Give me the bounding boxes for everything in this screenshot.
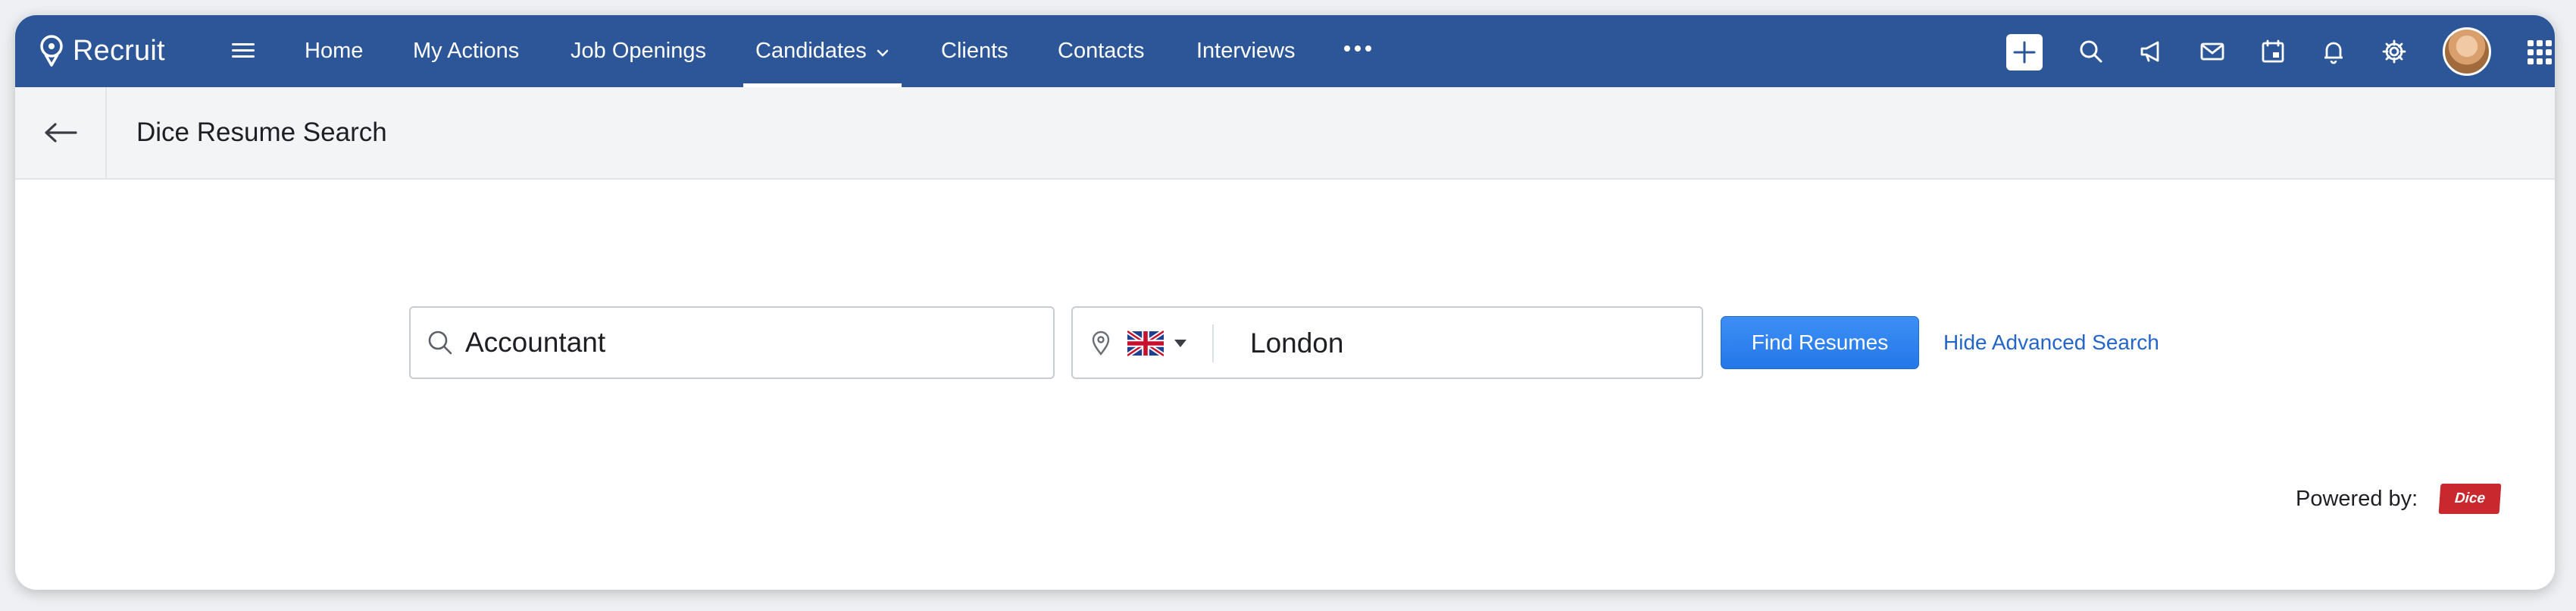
back-button[interactable] (15, 87, 107, 178)
megaphone-icon[interactable] (2137, 36, 2167, 67)
hide-advanced-search-link[interactable]: Hide Advanced Search (1943, 316, 2159, 369)
chevron-down-icon (876, 39, 889, 64)
location-pin-icon (1092, 331, 1110, 356)
recruit-logo-icon (36, 33, 67, 68)
page-title: Dice Resume Search (136, 118, 387, 147)
location-input[interactable] (1250, 326, 1674, 361)
add-icon[interactable] (2006, 34, 2043, 70)
search-icon (428, 331, 452, 355)
keyword-search-box (409, 306, 1055, 379)
uk-flag-icon (1127, 331, 1164, 356)
bell-icon[interactable] (2318, 36, 2349, 67)
brand[interactable]: Recruit (36, 32, 165, 70)
powered-by-label: Powered by: (2296, 486, 2418, 511)
app-window: Recruit Home My Actions Job Openings Can… (15, 15, 2555, 590)
apps-grid-icon[interactable] (2528, 40, 2552, 64)
nav-candidates-label: Candidates (755, 39, 867, 63)
gear-icon[interactable] (2379, 36, 2409, 67)
nav-clients[interactable]: Clients (941, 15, 1008, 87)
divider (1212, 324, 1214, 362)
nav-my-actions[interactable]: My Actions (413, 15, 519, 87)
mail-icon[interactable] (2197, 36, 2227, 67)
dice-logo[interactable]: Dice (2438, 484, 2502, 514)
menu-icon[interactable] (232, 39, 255, 62)
find-resumes-button[interactable]: Find Resumes (1721, 316, 1919, 369)
avatar[interactable] (2443, 27, 2491, 76)
more-horizontal-icon[interactable] (1344, 45, 1371, 52)
arrow-left-icon (44, 123, 77, 143)
calendar-icon[interactable] (2258, 36, 2288, 67)
nav-contacts[interactable]: Contacts (1058, 15, 1144, 87)
nav-home[interactable]: Home (305, 15, 363, 87)
dice-logo-text: Dice (2454, 490, 2486, 506)
nav-candidates[interactable]: Candidates (743, 15, 902, 87)
search-icon[interactable] (2076, 36, 2106, 67)
nav-interviews[interactable]: Interviews (1196, 15, 1296, 87)
nav-job-openings[interactable]: Job Openings (571, 15, 706, 87)
caret-down-icon (1174, 340, 1186, 347)
keyword-input[interactable] (465, 327, 1041, 359)
app-name: Recruit (73, 34, 165, 67)
top-nav-bar: Recruit Home My Actions Job Openings Can… (15, 15, 2555, 87)
page-header: Dice Resume Search (15, 87, 2555, 180)
country-select[interactable] (1127, 323, 1186, 364)
location-search-box (1071, 306, 1703, 379)
